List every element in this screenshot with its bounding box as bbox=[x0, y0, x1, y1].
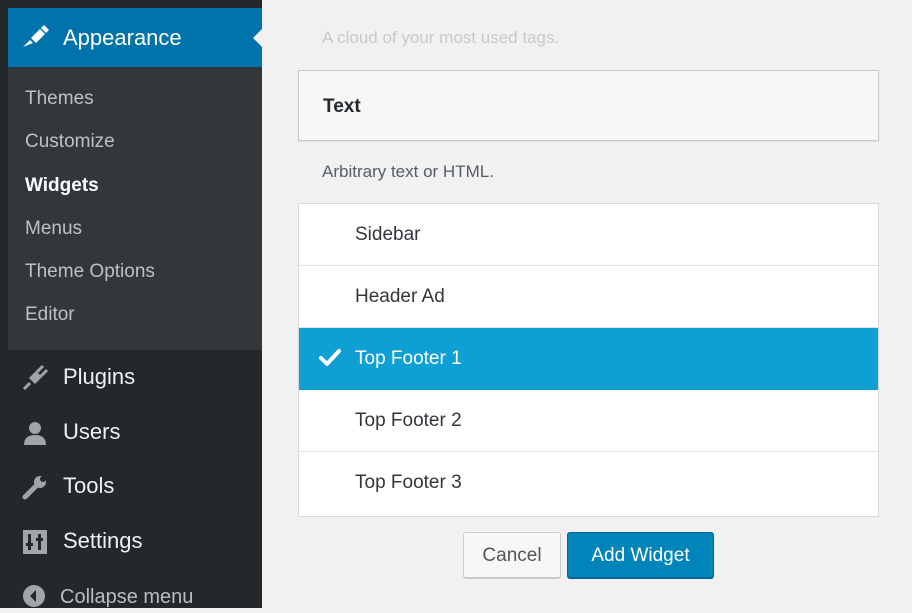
sidebar-item-label: Appearance bbox=[63, 25, 182, 50]
wrench-icon bbox=[22, 474, 48, 500]
area-option-label: Sidebar bbox=[355, 224, 421, 245]
sidebar-item-plugins[interactable]: Plugins bbox=[8, 350, 262, 404]
submenu-item-themes[interactable]: Themes bbox=[25, 87, 94, 111]
sidebar-top-edge bbox=[0, 0, 262, 8]
collapse-menu-label: Collapse menu bbox=[60, 586, 194, 608]
submenu-item-customize[interactable]: Customize bbox=[25, 130, 115, 154]
sidebar-item-tools[interactable]: Tools bbox=[8, 459, 262, 513]
current-menu-arrow bbox=[253, 29, 262, 47]
sidebar-item-label: Plugins bbox=[63, 364, 136, 389]
appearance-submenu: Themes Customize Widgets Menus Theme Opt… bbox=[8, 67, 262, 350]
sidebar-item-appearance[interactable]: Appearance bbox=[8, 8, 262, 67]
widget-title-bar[interactable]: Text bbox=[298, 70, 879, 141]
area-option-label: Header Ad bbox=[355, 286, 445, 307]
widget-title: Text bbox=[323, 96, 361, 117]
area-option-top-footer-1[interactable]: Top Footer 1 bbox=[299, 328, 878, 390]
sidebar-item-label: Tools bbox=[63, 473, 115, 498]
collapse-arrow-icon bbox=[22, 584, 46, 608]
collapse-menu-button[interactable]: Collapse menu bbox=[8, 572, 262, 608]
paintbrush-icon bbox=[20, 24, 50, 50]
settings-icon bbox=[22, 529, 48, 555]
area-option-label: Top Footer 3 bbox=[355, 472, 462, 493]
widget-area-chooser: Sidebar Header Ad Top Footer 1 Top Foote… bbox=[298, 203, 879, 517]
sidebar-item-users[interactable]: Users bbox=[8, 405, 262, 459]
sidebar-item-label: Settings bbox=[63, 528, 143, 553]
area-option-top-footer-3[interactable]: Top Footer 3 bbox=[299, 452, 878, 514]
area-option-header-ad[interactable]: Header Ad bbox=[299, 266, 878, 328]
area-option-sidebar[interactable]: Sidebar bbox=[299, 204, 878, 266]
area-option-top-footer-2[interactable]: Top Footer 2 bbox=[299, 390, 878, 452]
admin-sidebar: Appearance Themes Customize Widgets Menu… bbox=[0, 0, 262, 608]
submenu-item-menus[interactable]: Menus bbox=[25, 217, 82, 241]
area-option-label: Top Footer 1 bbox=[355, 348, 462, 369]
sidebar-item-settings[interactable]: Settings bbox=[8, 514, 262, 568]
submenu-item-editor[interactable]: Editor bbox=[25, 303, 75, 327]
plugin-icon bbox=[22, 364, 49, 391]
checkmark-icon bbox=[319, 348, 341, 368]
previous-widget-description: A cloud of your most used tags. bbox=[322, 28, 560, 47]
add-widget-button[interactable]: Add Widget bbox=[567, 532, 714, 578]
sidebar-item-label: Users bbox=[63, 419, 121, 444]
user-icon bbox=[22, 420, 48, 446]
submenu-item-theme-options[interactable]: Theme Options bbox=[25, 260, 155, 284]
widget-description: Arbitrary text or HTML. bbox=[322, 162, 494, 181]
area-option-label: Top Footer 2 bbox=[355, 410, 462, 431]
cancel-button[interactable]: Cancel bbox=[463, 532, 561, 578]
submenu-item-widgets[interactable]: Widgets bbox=[25, 174, 99, 198]
